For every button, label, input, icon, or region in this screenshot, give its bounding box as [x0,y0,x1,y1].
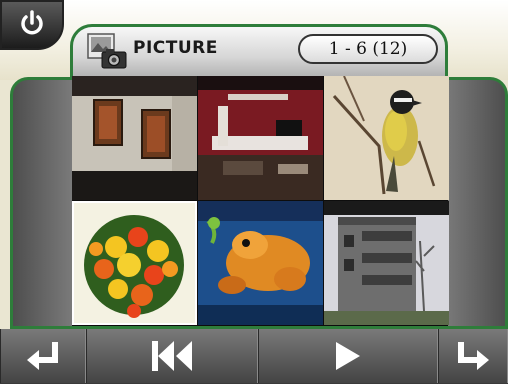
page-title: PICTURE [133,38,218,58]
picture-folder-icon [87,33,127,69]
skip-previous-icon [152,341,192,371]
back-button[interactable] [0,329,86,383]
thumbnail-paintings[interactable] [72,76,197,200]
power-icon [21,10,43,35]
thumbnail-living-room[interactable] [198,76,323,200]
play-icon [336,342,360,370]
thumbnail-building[interactable] [324,201,449,325]
return-arrow-icon [27,342,58,370]
thumbnail-bird[interactable] [324,76,449,200]
next-button[interactable] [438,329,508,383]
play-button[interactable] [258,329,438,383]
page-counter: 1 - 6 (12) [298,34,438,64]
thumbnail-grid [72,76,449,326]
thumbnail-cartoon-art[interactable] [198,201,323,325]
power-button[interactable] [0,0,64,50]
previous-button[interactable] [86,329,258,383]
turn-right-arrow-icon [458,342,489,370]
thumbnail-flowers[interactable] [72,201,197,325]
